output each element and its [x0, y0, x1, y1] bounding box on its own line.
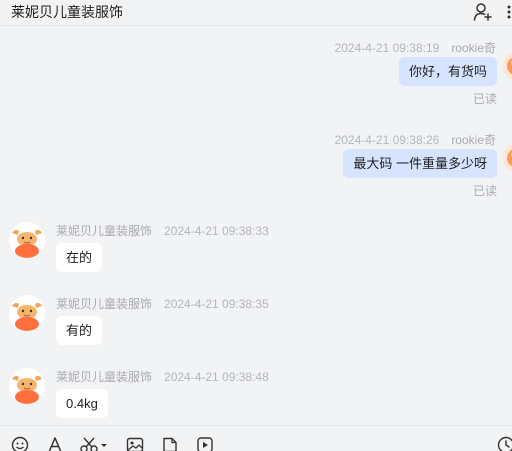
more-icon [506, 4, 512, 20]
shop-avatar[interactable] [9, 368, 45, 404]
image-button[interactable] [125, 435, 145, 451]
video-button[interactable] [195, 435, 215, 451]
user-avatar[interactable] [503, 145, 512, 171]
screenshot-button[interactable] [80, 435, 108, 451]
add-user-button[interactable] [472, 1, 494, 23]
file-icon [161, 436, 179, 451]
history-icon [497, 436, 512, 451]
emoji-icon [11, 436, 29, 451]
message-time: 2024-4-21 09:38:33 [164, 224, 269, 238]
message-bubble[interactable]: 在的 [56, 243, 103, 272]
message-meta: 2024-4-21 09:38:19 rookie奇 [335, 39, 496, 56]
history-button[interactable] [496, 435, 512, 451]
read-status: 已读 [472, 184, 497, 198]
message-meta: 2024-4-21 09:38:26 rookie奇 [335, 131, 496, 148]
message-sender: rookie奇 [451, 41, 496, 55]
message-outgoing: 2024-4-21 09:38:26 rookie奇 最大码 一件重量多少呀 已读 [0, 131, 512, 201]
message-list[interactable]: 2024-4-21 09:38:19 rookie奇 你好，有货吗 已读 2024… [0, 27, 512, 425]
message-outgoing: 2024-4-21 09:38:19 rookie奇 你好，有货吗 已读 [0, 39, 512, 109]
message-time: 2024-4-21 09:38:26 [334, 133, 440, 147]
more-button[interactable] [502, 1, 512, 23]
file-button[interactable] [160, 435, 180, 451]
message-meta: 莱妮贝儿童装服饰 2024-4-21 09:38:33 [56, 222, 269, 239]
shop-avatar[interactable] [9, 295, 45, 331]
message-sender: 莱妮贝儿童装服饰 [56, 370, 153, 384]
input-toolbar [0, 425, 512, 451]
message-sender: 莱妮贝儿童装服饰 [56, 224, 153, 238]
screenshot-icon [80, 436, 108, 451]
shop-avatar[interactable] [9, 222, 45, 258]
message-bubble[interactable]: 你好，有货吗 [398, 57, 497, 86]
user-avatar[interactable] [503, 53, 512, 79]
chat-header: 莱妮贝儿童装服饰 [0, 0, 512, 26]
video-icon [196, 436, 214, 451]
message-incoming: 莱妮贝儿童装服饰 2024-4-21 09:38:35 有的 [0, 295, 512, 355]
message-time: 2024-4-21 09:38:48 [164, 370, 269, 384]
read-status: 已读 [472, 92, 497, 106]
font-icon [46, 436, 64, 451]
add-user-icon [473, 2, 493, 22]
message-time: 2024-4-21 09:38:35 [164, 297, 269, 311]
message-incoming: 莱妮贝儿童装服饰 2024-4-21 09:38:48 0.4kg [0, 368, 512, 425]
message-bubble[interactable]: 有的 [56, 316, 103, 345]
message-meta: 莱妮贝儿童装服饰 2024-4-21 09:38:35 [56, 295, 269, 312]
message-time: 2024-4-21 09:38:19 [334, 41, 440, 55]
image-icon [126, 436, 144, 451]
message-meta: 莱妮贝儿童装服饰 2024-4-21 09:38:48 [56, 368, 269, 385]
message-incoming: 莱妮贝儿童装服饰 2024-4-21 09:38:33 在的 [0, 222, 512, 282]
emoji-button[interactable] [10, 435, 30, 451]
message-sender: 莱妮贝儿童装服饰 [56, 297, 153, 311]
message-sender: rookie奇 [451, 133, 496, 147]
chat-title: 莱妮贝儿童装服饰 [11, 4, 123, 20]
message-bubble[interactable]: 最大码 一件重量多少呀 [343, 149, 497, 178]
font-button[interactable] [45, 435, 65, 451]
message-bubble[interactable]: 0.4kg [56, 389, 108, 418]
